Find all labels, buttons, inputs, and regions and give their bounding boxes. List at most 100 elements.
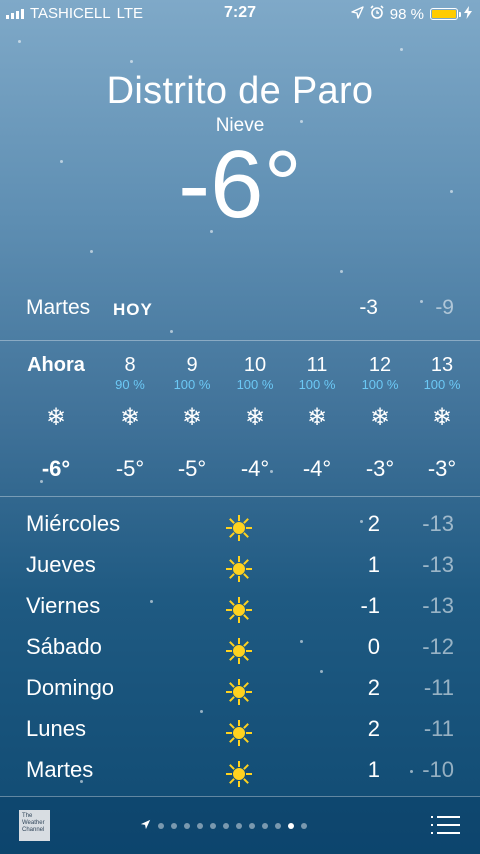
day-name: Viernes	[26, 593, 101, 618]
page-dot[interactable]	[171, 823, 177, 829]
daily-row: Domingo 2 -11	[0, 670, 480, 711]
snowflake-icon: ❄	[119, 404, 141, 431]
day-high: 2	[367, 511, 380, 536]
daily-forecast[interactable]: Miércoles 2 -13 Jueves 1 -13 Viernes -1 …	[0, 506, 480, 793]
today-day: Martes	[26, 296, 91, 319]
hour-temperature: -4°	[240, 456, 270, 481]
charging-bolt-icon	[464, 5, 472, 23]
precip-chance: 90 %	[115, 377, 145, 392]
weather-channel-logo[interactable]: The Weather Channel	[19, 810, 50, 841]
today-summary: Martes HOY -3 -9	[26, 296, 454, 326]
hourly-item: 11 100 % ❄ -4°	[284, 354, 350, 482]
day-low: -13	[422, 552, 454, 577]
hour-label: 8	[124, 354, 136, 376]
snowflake-icon: ❄	[369, 404, 391, 431]
sun-icon	[226, 720, 252, 746]
list-icon[interactable]	[431, 816, 460, 834]
weather-channel-logo-text: The Weather Channel	[22, 813, 45, 833]
day-high: 2	[367, 675, 380, 700]
daily-row: Viernes -1 -13	[0, 588, 480, 629]
sun-icon	[226, 679, 252, 705]
day-high: 1	[367, 552, 380, 577]
sun-icon	[226, 761, 252, 787]
battery-percent: 98 %	[389, 5, 424, 23]
hourly-item: Ahora ❄ -6°	[23, 354, 89, 482]
page-dot-active[interactable]	[288, 823, 294, 829]
day-low: -10	[422, 757, 454, 782]
daily-row: Lunes 2 -11	[0, 711, 480, 752]
hourly-item: 10 100 % ❄ -4°	[222, 354, 288, 482]
current-temperature: -6°	[178, 131, 302, 238]
hourly-item: 9 100 % ❄ -5°	[159, 354, 225, 482]
day-name: Sábado	[26, 634, 102, 659]
precip-chance: 100 %	[423, 377, 461, 392]
hour-temperature: -5°	[177, 456, 207, 481]
hourly-item: 8 90 % ❄ -5°	[97, 354, 163, 482]
daily-row: Sábado 0 -12	[0, 629, 480, 670]
status-bar: TASHICELL LTE 7:27 98 %	[0, 0, 480, 28]
hourly-item: 13 100 % ❄ -3°	[409, 354, 475, 482]
page-dot[interactable]	[158, 823, 164, 829]
daily-row: Jueves 1 -13	[0, 547, 480, 588]
hour-temperature: -3°	[427, 456, 457, 481]
sun-icon	[226, 638, 252, 664]
today-low: -9	[435, 296, 454, 319]
hour-temperature: -4°	[302, 456, 332, 481]
page-dot[interactable]	[301, 823, 307, 829]
day-high: 1	[367, 757, 380, 782]
alarm-icon	[370, 5, 384, 23]
hour-label: 12	[368, 354, 392, 376]
page-dot[interactable]	[184, 823, 190, 829]
precip-chance: 100 %	[361, 377, 399, 392]
snowflake-icon: ❄	[431, 404, 453, 431]
precip-chance: 100 %	[173, 377, 211, 392]
precip-chance: 100 %	[236, 377, 274, 392]
sun-icon	[226, 597, 252, 623]
hourly-item: 12 100 % ❄ -3°	[347, 354, 413, 482]
sun-icon	[226, 556, 252, 582]
hour-label: 10	[243, 354, 267, 376]
snowflake-icon: ❄	[181, 404, 203, 431]
city-name: Distrito de Paro	[106, 70, 374, 112]
page-dot[interactable]	[197, 823, 203, 829]
hour-label: Ahora	[27, 354, 85, 376]
day-low: -11	[423, 675, 454, 700]
day-low: -13	[422, 593, 454, 618]
day-high: 0	[367, 634, 380, 659]
bottom-toolbar: The Weather Channel	[0, 796, 480, 854]
hour-label: 11	[306, 354, 328, 376]
page-dot[interactable]	[223, 823, 229, 829]
today-high: -3	[359, 296, 378, 319]
page-dot[interactable]	[275, 823, 281, 829]
sun-icon	[226, 515, 252, 541]
day-low: -13	[422, 511, 454, 536]
hour-temperature: -6°	[41, 456, 71, 481]
precip-chance	[23, 377, 89, 393]
page-dot[interactable]	[210, 823, 216, 829]
daily-row: Martes 1 -10	[0, 752, 480, 793]
page-dot[interactable]	[249, 823, 255, 829]
current-conditions: Distrito de Paro Nieve -6°	[0, 70, 480, 233]
location-arrow-icon	[351, 5, 364, 23]
snowflake-icon: ❄	[45, 404, 67, 431]
day-high: -1	[360, 593, 380, 618]
hour-label: 9	[186, 354, 198, 376]
page-dot[interactable]	[262, 823, 268, 829]
precip-chance: 100 %	[298, 377, 336, 392]
hour-temperature: -5°	[115, 456, 145, 481]
page-indicator[interactable]	[140, 817, 307, 835]
day-name: Lunes	[26, 716, 86, 741]
today-label: HOY	[113, 300, 153, 319]
day-low: -11	[423, 716, 454, 741]
day-name: Domingo	[26, 675, 115, 700]
hourly-forecast[interactable]: Ahora ❄ -6° 8 90 % ❄ -5° 9 100 % ❄ -5° 1…	[0, 340, 480, 497]
day-name: Miércoles	[26, 511, 121, 536]
hour-label: 13	[430, 354, 454, 376]
battery-icon	[430, 8, 461, 20]
day-high: 2	[367, 716, 380, 741]
hour-temperature: -3°	[365, 456, 395, 481]
page-dot[interactable]	[236, 823, 242, 829]
day-name: Martes	[26, 757, 94, 782]
day-low: -12	[422, 634, 454, 659]
daily-row: Miércoles 2 -13	[0, 506, 480, 547]
